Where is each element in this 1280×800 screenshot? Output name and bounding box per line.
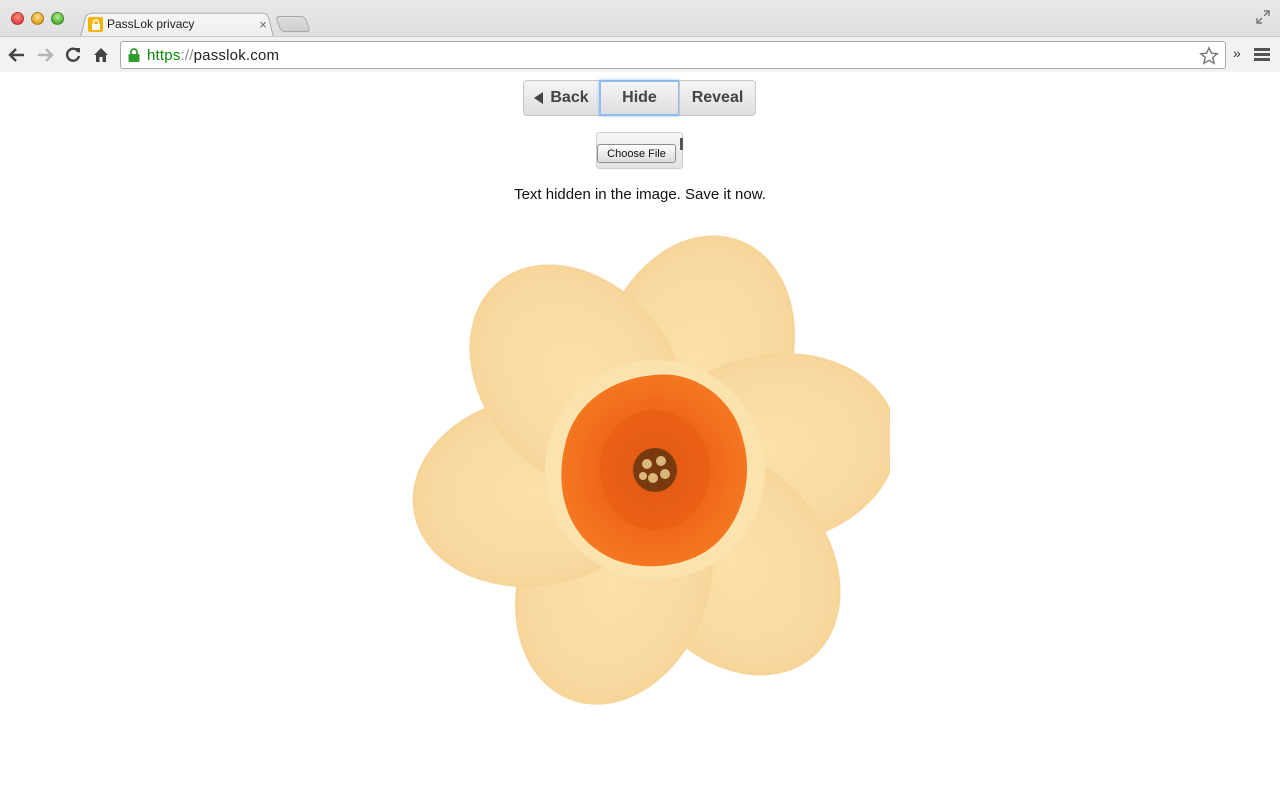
file-input-container: Choose File <box>596 132 683 169</box>
choose-file-button[interactable]: Choose File <box>597 144 676 163</box>
extensions-overflow-button[interactable]: » <box>1233 45 1241 61</box>
arrow-right-icon <box>38 48 54 62</box>
forward-navigation-button[interactable] <box>34 44 56 66</box>
fullscreen-icon[interactable] <box>1256 10 1270 24</box>
back-navigation-button[interactable] <box>6 44 28 66</box>
favicon-lock-icon <box>88 16 103 32</box>
url-text: https://passlok.com <box>147 47 279 64</box>
back-button[interactable]: Back <box>523 80 600 116</box>
hide-button-label: Hide <box>622 89 657 106</box>
browser-toolbar: https://passlok.com » <box>0 36 1280 72</box>
browser-chrome: PassLok privacy × https://passlok.com » <box>0 0 1280 72</box>
bookmark-star-icon[interactable] <box>1199 46 1219 66</box>
address-bar[interactable]: https://passlok.com <box>120 41 1226 69</box>
url-scheme: https <box>147 46 181 64</box>
home-icon <box>94 48 108 62</box>
tab-strip: PassLok privacy × <box>0 0 1280 37</box>
home-button[interactable] <box>90 44 112 66</box>
mode-button-group: Back Hide Reveal <box>523 80 756 116</box>
tab-content: PassLok privacy × <box>88 14 270 34</box>
file-input-caret <box>680 138 683 150</box>
back-button-label: Back <box>550 89 589 106</box>
hide-button[interactable]: Hide <box>599 80 680 116</box>
reload-icon <box>65 47 81 62</box>
reload-button[interactable] <box>62 44 84 66</box>
menu-icon[interactable] <box>1254 48 1270 62</box>
page-content: Back Hide Reveal Choose File Text hidden… <box>0 73 1280 800</box>
tab-close-icon[interactable]: × <box>256 17 270 32</box>
close-window-button[interactable] <box>11 12 24 25</box>
new-tab-button[interactable] <box>275 16 311 32</box>
url-host: passlok.com <box>193 46 280 64</box>
url-separator: :// <box>180 46 194 64</box>
secure-lock-icon <box>128 48 140 62</box>
triangle-left-icon <box>534 92 544 104</box>
arrow-left-icon <box>8 48 24 62</box>
reveal-button[interactable]: Reveal <box>679 80 756 116</box>
zoom-window-button[interactable] <box>51 12 64 25</box>
status-message: Text hidden in the image. Save it now. <box>514 186 766 203</box>
tab-title: PassLok privacy <box>107 17 195 31</box>
reveal-button-label: Reveal <box>691 89 744 106</box>
minimize-window-button[interactable] <box>31 12 44 25</box>
daffodil-image <box>412 235 890 705</box>
